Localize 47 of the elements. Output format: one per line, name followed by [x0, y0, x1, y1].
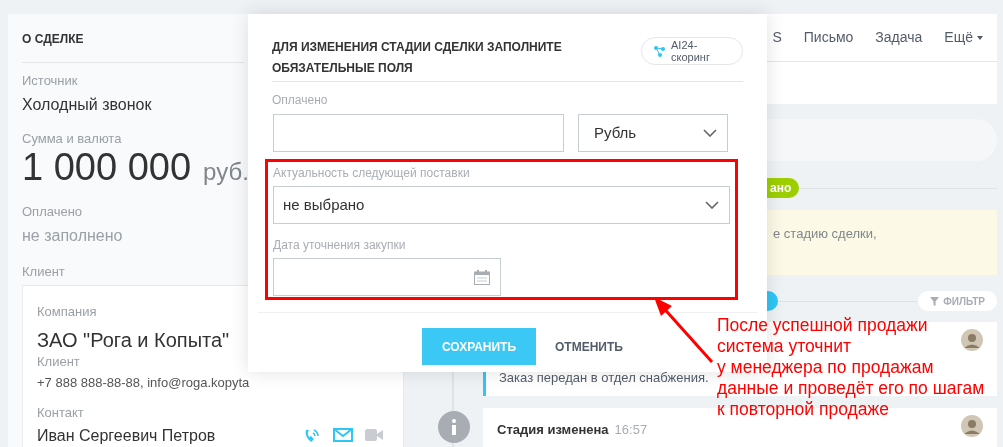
annotation-line: система уточнит	[717, 336, 851, 357]
calendar-icon	[474, 269, 490, 285]
filter-icon	[930, 296, 940, 306]
activity-tab[interactable]: S	[772, 27, 782, 48]
field-value: Холодный звонок	[22, 94, 152, 115]
annotation-line: данные и проведёт его по шагам	[717, 378, 985, 399]
contact-name: Иван Сергеевич Петров	[37, 426, 216, 446]
field-value: не заполнено	[22, 225, 123, 246]
mail-icon[interactable]	[333, 428, 353, 442]
event-title: Стадия изменена	[497, 421, 609, 439]
info-icon	[438, 411, 470, 443]
activity-tab[interactable]: Задача	[875, 27, 923, 48]
field-label: Клиент	[37, 352, 80, 371]
field-label: Клиент	[22, 262, 65, 281]
avatar-icon	[961, 415, 983, 437]
field-label: Источник	[22, 72, 78, 90]
stage-select[interactable]: не выбрано	[273, 186, 730, 224]
amount-input[interactable]	[273, 114, 564, 152]
network-icon	[654, 45, 665, 57]
contact-details: +7 888 888-88-88, info@roga.kopyta	[37, 374, 250, 392]
annotation-line: к повторной продаже	[717, 399, 889, 420]
field-label: Оплачено	[22, 203, 83, 221]
chevron-down-icon	[703, 129, 717, 137]
modal-title: ДЛЯ ИЗМЕНЕНИЯ СТАДИИ СДЕЛКИ ЗАПОЛНИТЕ ОБЯЗАТЕЛЬНЫЕ ПОЛЯ	[272, 39, 563, 77]
company-name: ЗАО "Рога и Копыта"	[37, 327, 230, 352]
currency-label: руб.	[203, 157, 249, 187]
amount-value: 1 000 000	[22, 146, 192, 188]
annotation-line: у менеджера по продажам	[717, 357, 934, 378]
cancel-button[interactable]: ОТМЕНИТЬ	[555, 328, 623, 365]
field-label: Контакт	[37, 403, 84, 422]
activity-tab[interactable]: Ещё	[944, 27, 983, 48]
avatar-icon	[961, 329, 983, 351]
comment-text: Заказ передан в отдел снабжения.	[499, 369, 709, 387]
section-title: О СДЕЛКЕ	[22, 31, 84, 48]
activity-tab[interactable]: Письмо	[803, 27, 854, 48]
field-label: Актуальность следующей поставки	[273, 165, 471, 182]
event-time: 16:57	[614, 421, 648, 439]
field-label: Сумма и валюта	[22, 129, 122, 148]
field-label: Дата уточнения закупки	[273, 237, 407, 254]
field-label: Компания	[37, 303, 97, 321]
date-input[interactable]	[273, 258, 501, 296]
chevron-down-icon	[705, 201, 719, 209]
phone-icon[interactable]	[303, 428, 321, 444]
annotation-line: После успешной продажи	[717, 315, 928, 336]
field-label: Оплачено	[272, 92, 329, 109]
video-icon[interactable]	[365, 428, 383, 442]
currency-select[interactable]: Рубль	[578, 114, 728, 152]
